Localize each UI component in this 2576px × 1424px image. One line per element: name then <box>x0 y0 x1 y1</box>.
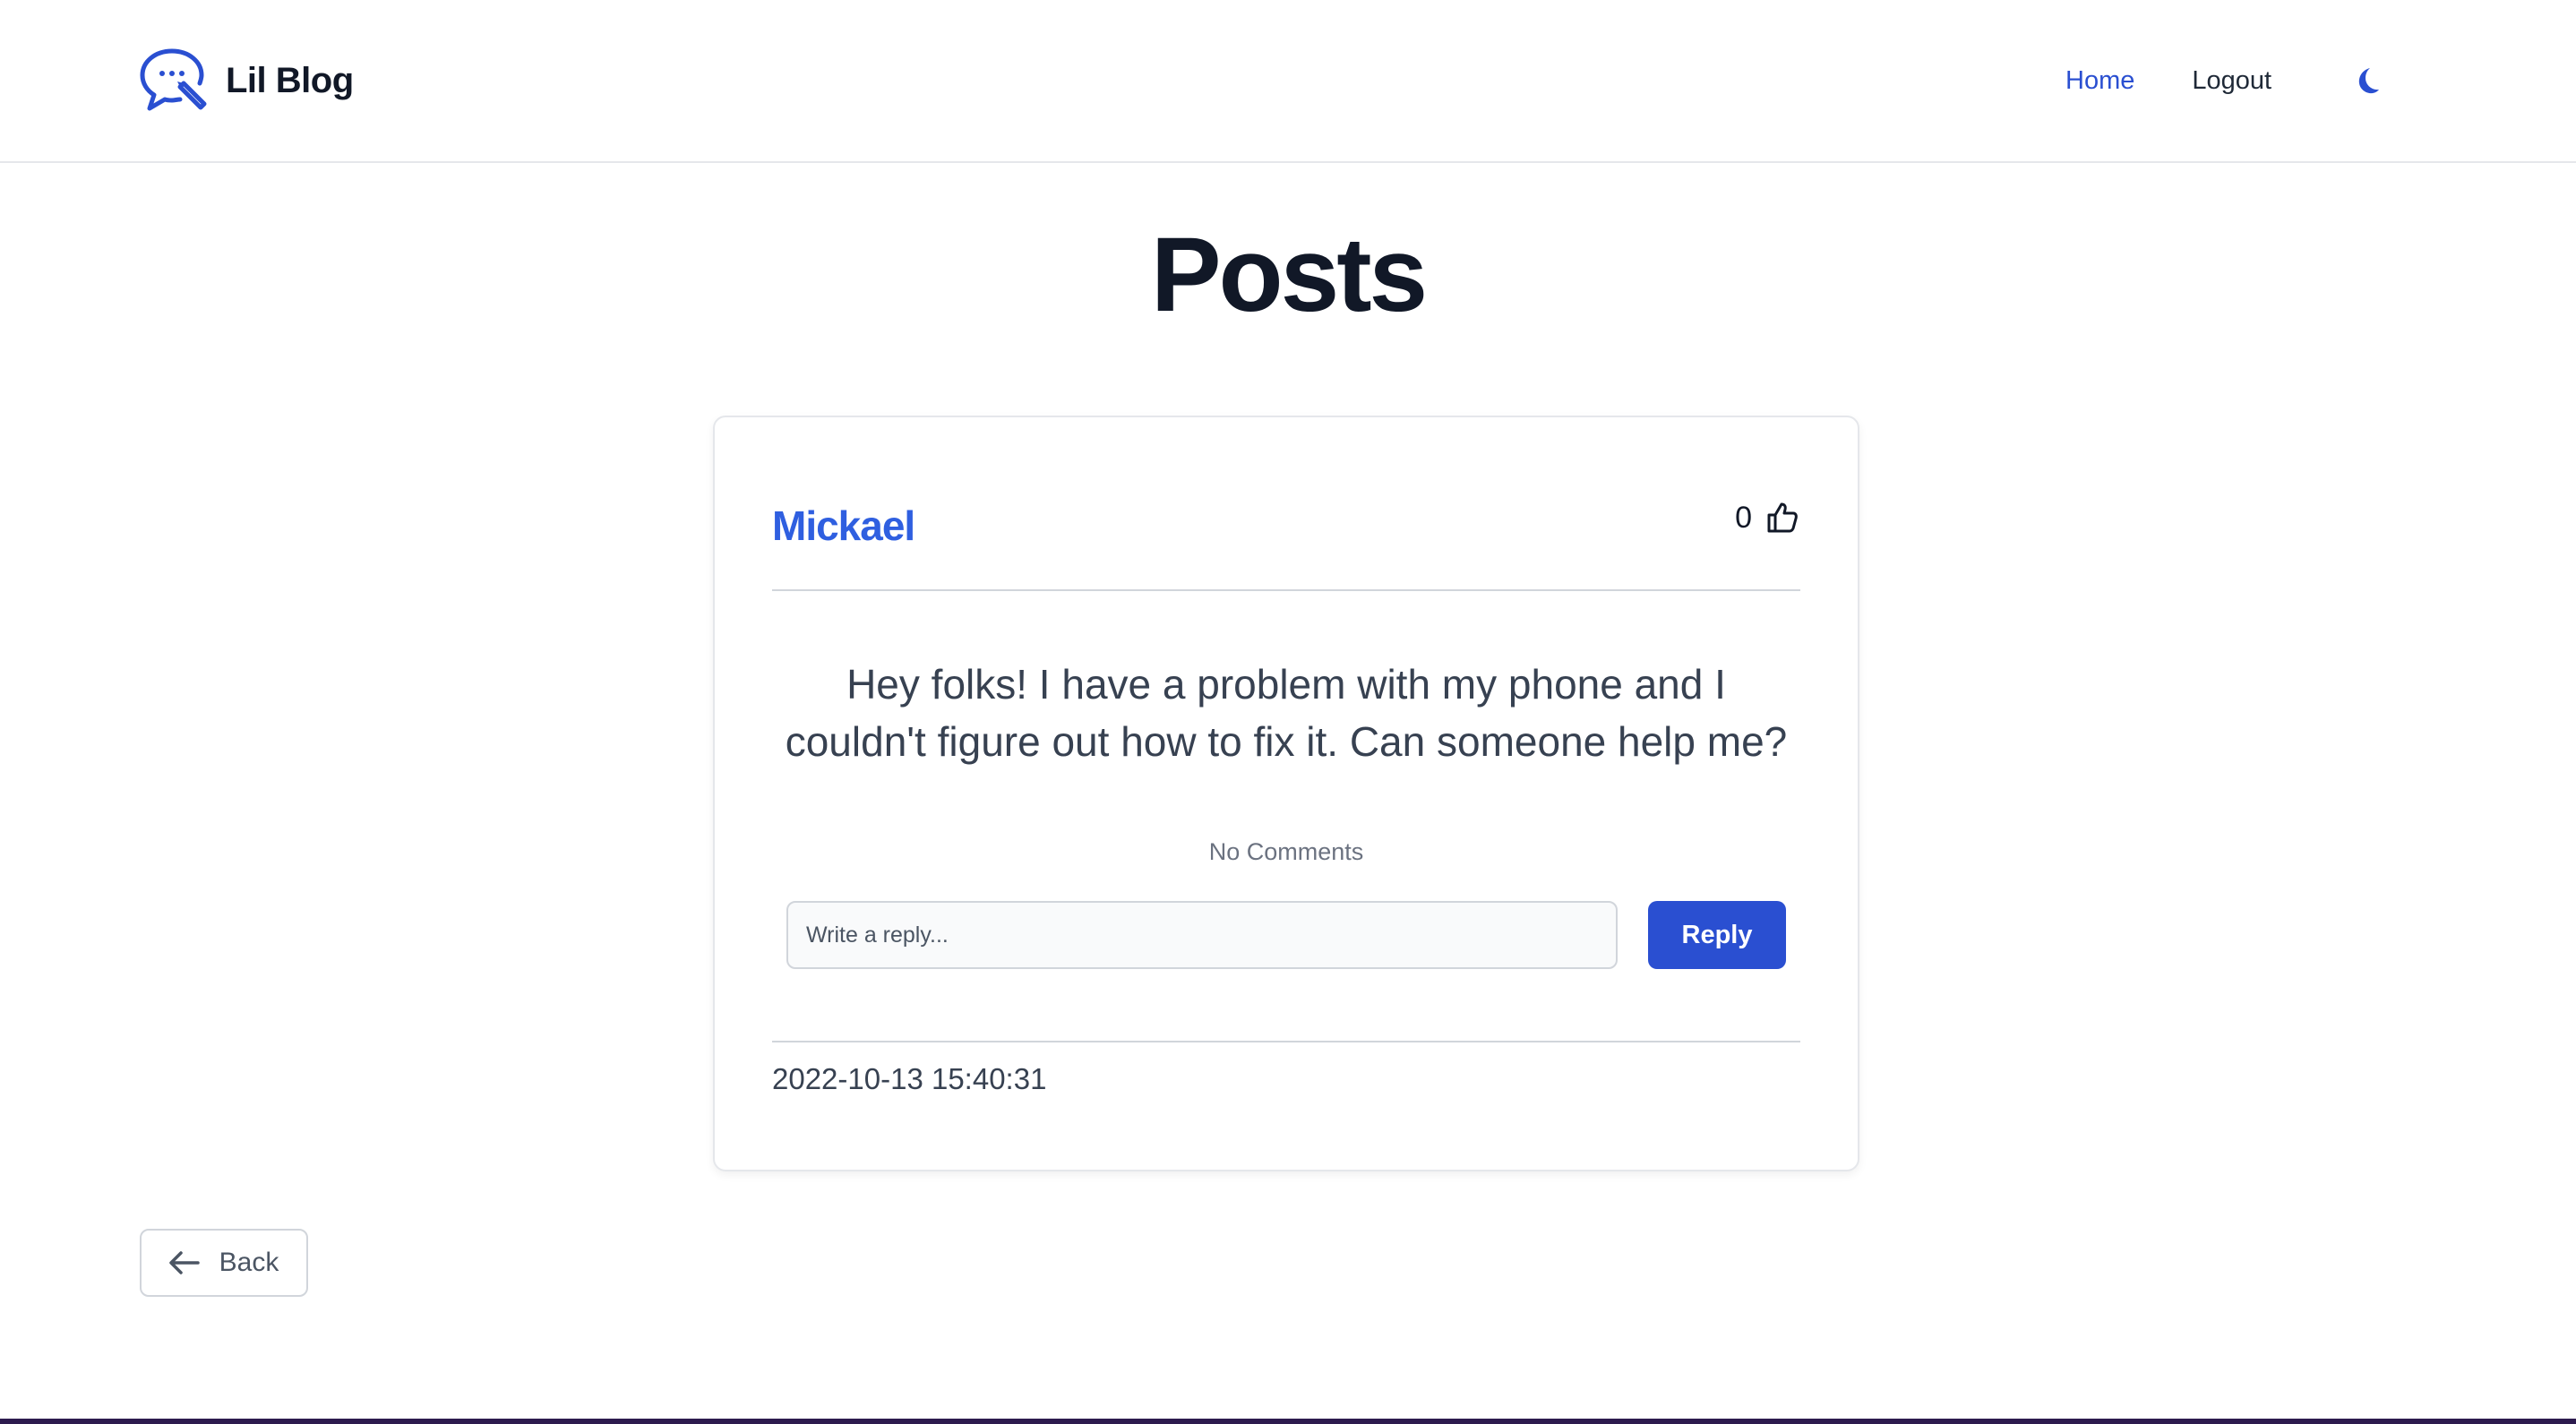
brand[interactable]: Lil Blog <box>138 45 354 116</box>
post-author-link[interactable]: Mickael <box>772 502 915 550</box>
window-bottom-edge <box>0 1419 2576 1424</box>
like-button[interactable] <box>1765 500 1800 536</box>
arrow-left-icon <box>168 1251 200 1274</box>
theme-toggle-button[interactable] <box>2350 64 2383 97</box>
moon-icon <box>2358 68 2379 94</box>
reply-input[interactable] <box>786 901 1618 969</box>
brand-name: Lil Blog <box>226 60 354 100</box>
post-card: Mickael 0 Hey folks! I have a problem wi… <box>713 416 1859 1171</box>
chat-bubble-logo-icon <box>140 48 207 111</box>
reply-button[interactable]: Reply <box>1648 901 1786 969</box>
page-title: Posts <box>1150 216 1428 334</box>
likes: 0 <box>1735 500 1800 536</box>
back-button[interactable]: Back <box>140 1229 308 1297</box>
top-navbar: Lil Blog Home Logout <box>0 0 2576 163</box>
back-label: Back <box>219 1248 279 1277</box>
thumbs-up-icon <box>1767 502 1798 533</box>
post-header-divider <box>772 589 1800 591</box>
comments-status: No Comments <box>1208 838 1364 865</box>
post-date: 2022-10-13 15:40:31 <box>772 1062 1047 1095</box>
post-body: Hey folks! I have a problem with my phon… <box>785 661 1788 765</box>
like-count: 0 <box>1735 500 1752 535</box>
main-nav: Home Logout <box>2065 63 2271 99</box>
nav-logout-link[interactable]: Logout <box>2192 66 2271 96</box>
post-footer-divider <box>772 1041 1800 1042</box>
nav-home-link[interactable]: Home <box>2065 66 2134 96</box>
